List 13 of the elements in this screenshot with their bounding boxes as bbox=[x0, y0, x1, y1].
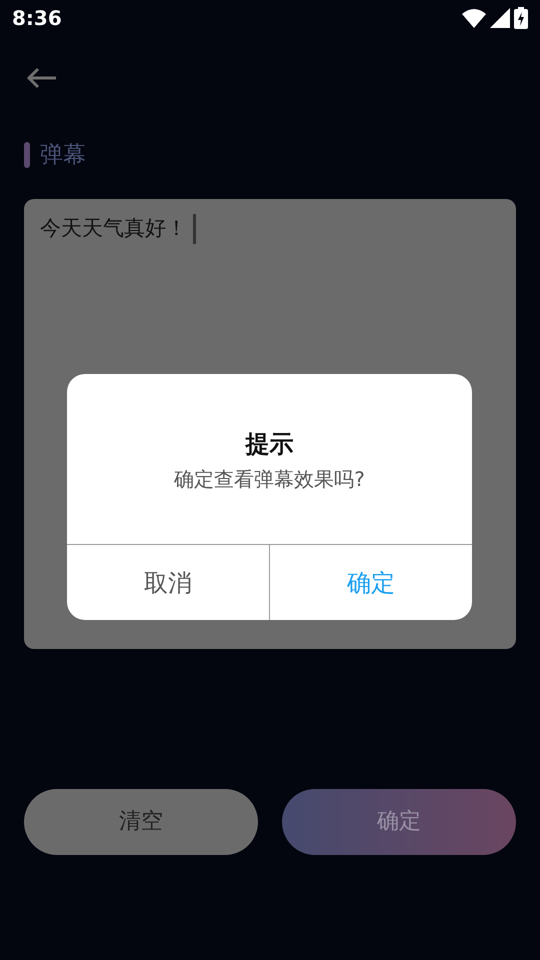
wifi-icon bbox=[462, 8, 486, 28]
status-time: 8:36 bbox=[12, 5, 62, 32]
dialog-message: 确定查看弹幕效果吗? bbox=[173, 466, 366, 491]
signal-icon bbox=[490, 8, 510, 28]
confirm-button[interactable]: 确定 bbox=[282, 788, 516, 854]
back-arrow-icon[interactable] bbox=[26, 66, 58, 90]
cancel-button[interactable]: 取消 bbox=[67, 545, 269, 620]
battery-icon bbox=[514, 7, 528, 29]
dialog-title: 提示 bbox=[244, 430, 294, 459]
section-marker bbox=[24, 142, 30, 168]
clear-button[interactable]: 清空 bbox=[24, 788, 258, 854]
confirm-button[interactable]: 确定 bbox=[269, 545, 472, 620]
section-title: 弹幕 bbox=[40, 141, 86, 170]
